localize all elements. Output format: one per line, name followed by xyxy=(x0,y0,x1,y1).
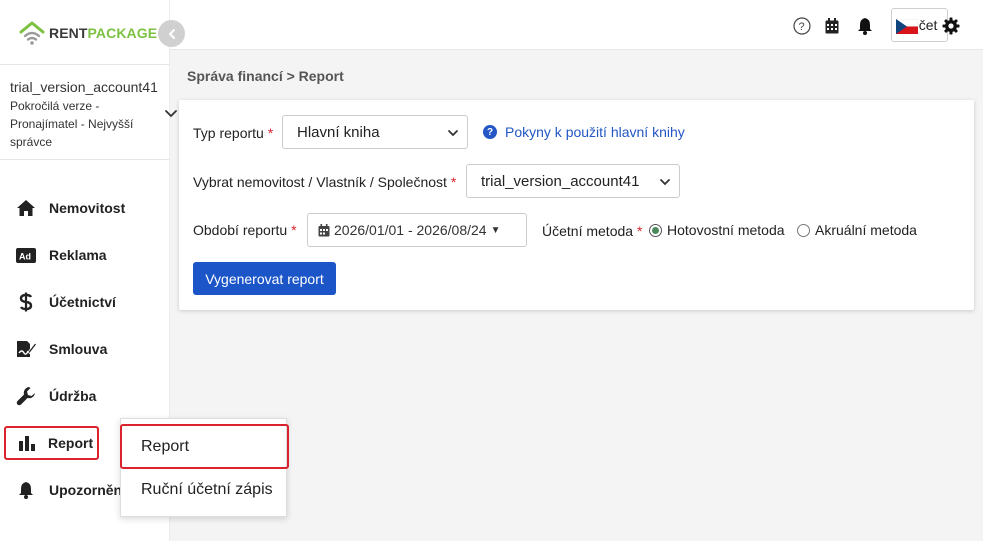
collapse-sidebar-button[interactable] xyxy=(158,20,185,47)
radio-accrual-method[interactable]: Akruální metoda xyxy=(797,222,917,238)
ad-icon: Ad xyxy=(15,244,37,266)
bell-icon[interactable] xyxy=(855,16,875,36)
generate-report-button[interactable]: Vygenerovat report xyxy=(193,262,336,295)
report-type-select[interactable]: Hlavní kniha xyxy=(282,115,468,149)
home-icon xyxy=(15,197,37,219)
date-range-picker[interactable]: 2026/01/01 - 2026/08/24 ▼ xyxy=(307,213,527,247)
sidebar-item-ucetnictvi[interactable]: Účetnictví xyxy=(0,282,170,322)
sidebar-item-label: Upozorněn xyxy=(49,482,123,498)
calendar-icon[interactable] xyxy=(822,16,842,36)
sidebar-item-reklama[interactable]: Ad Reklama xyxy=(0,235,170,275)
bar-chart-icon xyxy=(16,432,38,454)
chevron-left-icon xyxy=(168,28,175,39)
property-select[interactable]: trial_version_account41 xyxy=(466,164,680,198)
divider xyxy=(0,159,170,160)
sidebar-item-label: Report xyxy=(48,435,94,451)
help-icon[interactable]: ? xyxy=(792,16,812,36)
logo[interactable]: RENTPACKAGE xyxy=(18,20,157,46)
sidebar-item-label: Smlouva xyxy=(49,341,108,357)
property-label: Vybrat nemovitost / Vlastník / Společnos… xyxy=(193,174,457,190)
sidebar-item-label: Účetnictví xyxy=(49,294,116,310)
sidebar-item-label: Reklama xyxy=(49,247,107,263)
account-role: Pokročilá verze - Pronajímatel - Nejvyšš… xyxy=(10,99,134,149)
logo-text-rent: RENT xyxy=(49,25,88,41)
submenu-item-manual-entry[interactable]: Ruční účetní zápis xyxy=(121,470,288,510)
divider xyxy=(0,64,170,65)
dollar-icon xyxy=(15,291,37,313)
svg-text:Ad: Ad xyxy=(19,251,31,261)
gear-icon[interactable] xyxy=(941,16,961,36)
contract-icon xyxy=(15,338,37,360)
breadcrumb: Správa financí > Report xyxy=(187,68,344,84)
sidebar-item-smlouva[interactable]: Smlouva xyxy=(0,329,170,369)
czech-flag-icon[interactable] xyxy=(896,16,918,36)
period-label: Období reportu * xyxy=(193,222,297,238)
question-icon: ? xyxy=(483,125,497,139)
chevron-down-icon[interactable] xyxy=(164,107,178,121)
sidebar-item-nemovitost[interactable]: Nemovitost xyxy=(0,188,170,228)
logo-text-package: PACKAGE xyxy=(87,25,158,41)
sidebar-item-udrzba[interactable]: Údržba xyxy=(0,376,170,416)
radio-unselected-icon xyxy=(797,223,810,237)
account-name: trial_version_account41 xyxy=(10,79,158,95)
radio-cash-method[interactable]: Hotovostní metoda xyxy=(649,222,785,238)
sidebar-item-label: Údržba xyxy=(49,388,97,404)
accounting-method-label: Účetní metoda * xyxy=(542,223,643,239)
help-link[interactable]: ? Pokyny k použití hlavní knihy xyxy=(483,124,685,140)
report-type-label: Typ reportu * xyxy=(193,125,274,141)
top-bar: Počet ? xyxy=(170,0,983,50)
report-submenu: Report Ruční účetní zápis xyxy=(120,418,289,517)
account-switcher[interactable]: trial_version_account41 Pokročilá verze … xyxy=(10,77,168,151)
caret-down-icon: ▼ xyxy=(490,224,501,236)
report-form-card: Typ reportu * Hlavní kniha ? Pokyny k po… xyxy=(179,100,974,310)
sidebar-item-label: Nemovitost xyxy=(49,200,126,216)
sidebar-item-report[interactable]: Report xyxy=(4,426,99,460)
chevron-down-icon xyxy=(660,179,670,186)
wifi-house-logo-icon xyxy=(19,21,45,45)
radio-selected-icon xyxy=(649,223,662,237)
bell-icon xyxy=(15,479,37,501)
svg-text:?: ? xyxy=(799,21,805,33)
chevron-down-icon xyxy=(448,130,458,137)
wrench-icon xyxy=(15,385,37,407)
submenu-item-report[interactable]: Report xyxy=(120,424,289,469)
calendar-icon xyxy=(318,223,330,236)
